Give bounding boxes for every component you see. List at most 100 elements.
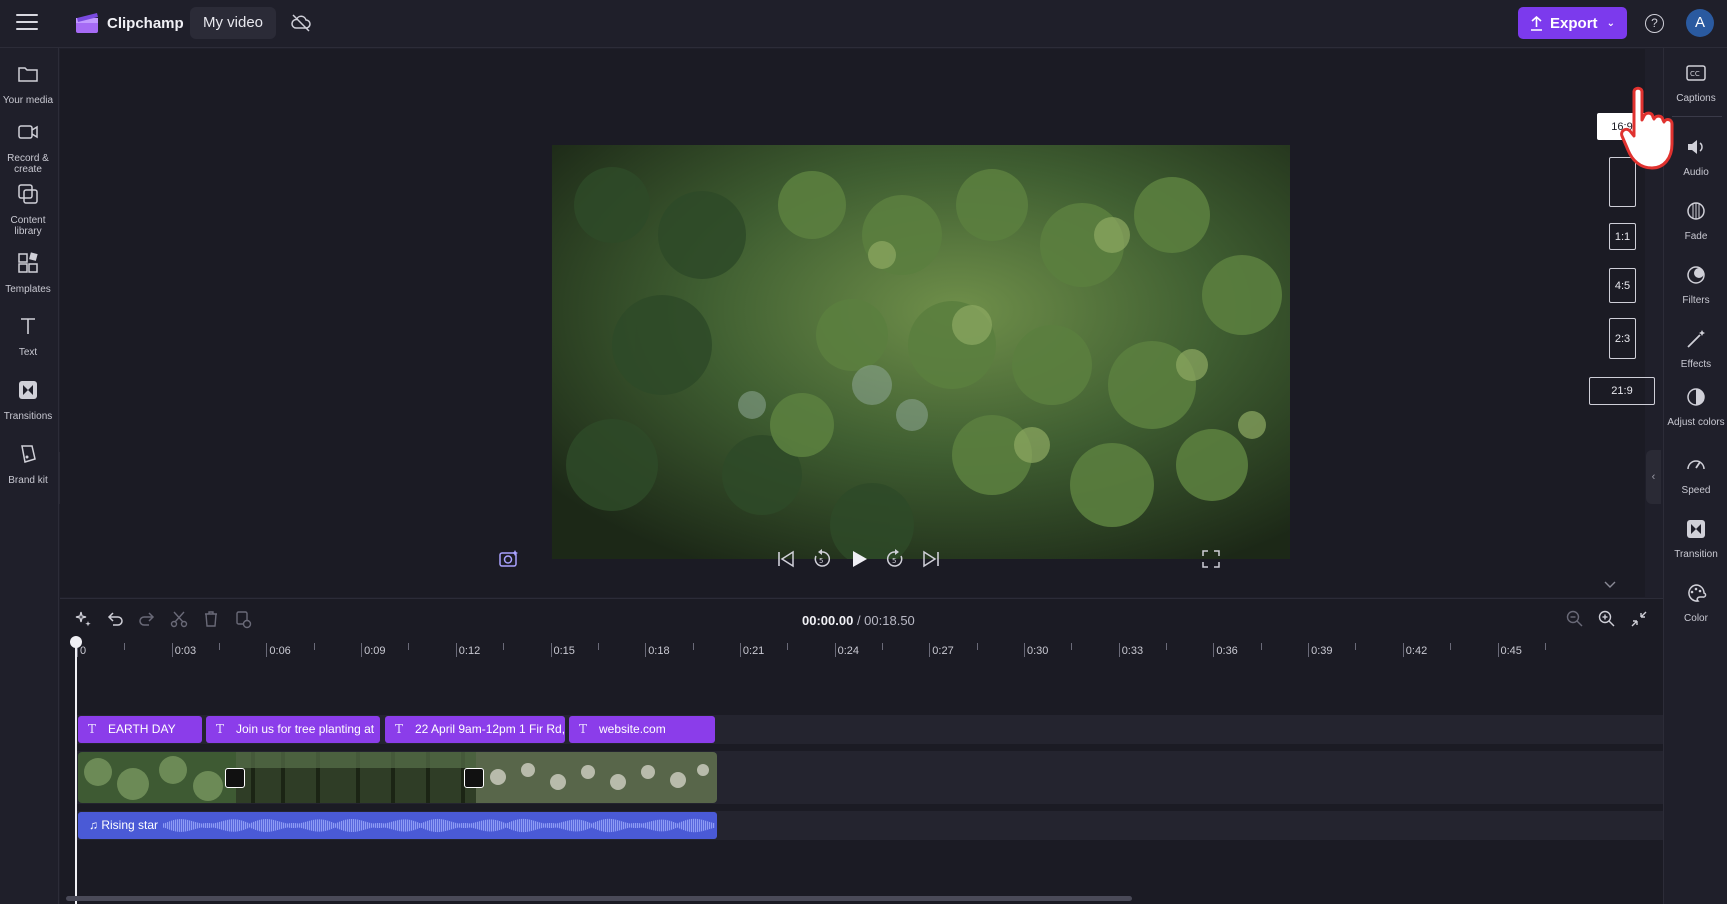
split-icon[interactable]	[169, 609, 189, 629]
waveform-bar	[293, 822, 295, 829]
timeline-scrollbar[interactable]	[66, 896, 1132, 901]
sidebar-item-color[interactable]: Color	[1664, 582, 1727, 624]
export-button[interactable]: Export ⌄	[1518, 7, 1627, 39]
forward-5s-icon[interactable]: 5	[884, 548, 906, 570]
sidebar-item-transitions[interactable]: Transitions	[0, 378, 56, 422]
waveform-bar	[591, 823, 593, 828]
undo-icon[interactable]	[105, 609, 125, 629]
expand-right-panel-button[interactable]: ‹	[1646, 450, 1661, 504]
waveform-bar	[363, 821, 365, 830]
ruler-label: 0:45	[1500, 645, 1522, 657]
waveform-bar	[395, 820, 397, 831]
duplicate-icon[interactable]	[233, 609, 253, 629]
waveform-bar	[585, 821, 587, 830]
ratio-2-3-button[interactable]: 2:3	[1609, 318, 1636, 359]
text-clip[interactable]: T EARTH DAY	[78, 716, 202, 743]
waveform-bar	[305, 821, 307, 830]
delete-icon[interactable]	[201, 609, 221, 629]
zoom-out-icon[interactable]	[1565, 609, 1585, 629]
waveform-bar	[379, 822, 381, 829]
text-clip[interactable]: T 22 April 9am-12pm 1 Fir Rd,	[385, 716, 565, 743]
waveform-bar	[333, 822, 335, 829]
cloud-off-icon[interactable]	[290, 13, 312, 33]
ruler-tick	[1497, 643, 1499, 657]
video-thumbnails	[78, 752, 717, 803]
ruler-tick	[408, 643, 410, 650]
sidebar-item-fade[interactable]: Fade	[1664, 200, 1727, 242]
ratio-9-16-button[interactable]	[1609, 157, 1636, 207]
ruler-tick	[834, 643, 836, 657]
screenshot-icon[interactable]	[498, 548, 520, 570]
waveform-bar	[173, 820, 175, 831]
waveform-bar	[445, 820, 447, 831]
timeline-ruler[interactable]: 0 0:03 0:06 0:09 0:12 0:15 0:18 0:21 0:24 0:27 0:3…	[75, 641, 1663, 663]
waveform-bar	[271, 819, 273, 832]
menu-icon[interactable]	[16, 14, 38, 32]
ruler-tick	[1118, 643, 1120, 657]
export-label: Export	[1550, 14, 1598, 32]
waveform-bar	[425, 821, 427, 830]
sidebar-item-templates[interactable]: Templates	[0, 251, 56, 295]
sidebar-item-captions[interactable]: CC Captions	[1664, 62, 1727, 104]
avatar[interactable]: A	[1686, 9, 1714, 37]
waveform-bar	[467, 823, 469, 828]
collapse-preview-icon[interactable]	[1601, 578, 1619, 592]
waveform-bar	[697, 818, 699, 833]
waveform-bar	[211, 823, 213, 828]
waveform-bar	[511, 821, 513, 830]
text-clip[interactable]: Twebsite.com	[569, 716, 715, 743]
sidebar-item-label: Text	[18, 347, 38, 358]
sidebar-item-record-create[interactable]: Record & create	[0, 120, 56, 175]
sidebar-item-speed[interactable]: Speed	[1664, 454, 1727, 496]
ruler-label: 0:09	[364, 645, 386, 657]
fit-timeline-icon[interactable]	[1629, 609, 1649, 629]
ruler-tick	[361, 643, 363, 657]
duration: / 00:18.50	[856, 613, 915, 628]
waveform-bar	[319, 819, 321, 832]
video-clip[interactable]	[78, 752, 717, 803]
waveform-bar	[523, 818, 525, 833]
waveform-bar	[449, 821, 451, 830]
sidebar-item-adjust-colors[interactable]: Adjust colors	[1664, 386, 1727, 428]
sidebar-item-your-media[interactable]: Your media	[0, 62, 56, 106]
rewind-5s-icon[interactable]: 5	[811, 548, 833, 570]
ratio-16-9-button[interactable]: 16:9	[1597, 113, 1647, 140]
waveform-bar	[643, 823, 645, 828]
ruler-tick	[692, 643, 694, 650]
transition-marker[interactable]	[225, 768, 245, 788]
ratio-1-1-button[interactable]: 1:1	[1609, 223, 1636, 250]
play-icon[interactable]	[848, 548, 870, 570]
sidebar-item-effects[interactable]: Effects	[1664, 328, 1727, 370]
transition-marker[interactable]	[464, 768, 484, 788]
sidebar-item-transition[interactable]: Transition	[1664, 518, 1727, 560]
sidebar-item-text[interactable]: Text	[0, 314, 56, 358]
sidebar-item-audio[interactable]: Audio	[1664, 136, 1727, 178]
waveform-bar	[455, 822, 457, 829]
project-name-field[interactable]: My video	[190, 7, 277, 39]
waveform-bar	[195, 822, 197, 829]
skip-forward-icon[interactable]	[920, 548, 942, 570]
sidebar-item-content-library[interactable]: Content library	[0, 182, 56, 237]
text-clip[interactable]: T Join us for tree planting at	[206, 716, 380, 743]
magic-wand-icon[interactable]	[73, 609, 93, 629]
waveform-bar	[555, 823, 557, 828]
zoom-in-icon[interactable]	[1597, 609, 1617, 629]
audio-clip[interactable]: ♫ Rising star	[78, 812, 717, 839]
timecode: 00:00.00 / 00:18.50	[802, 613, 915, 628]
ratio-4-5-button[interactable]: 4:5	[1609, 268, 1636, 303]
waveform-bar	[179, 819, 181, 832]
playhead-handle[interactable]	[70, 636, 82, 648]
waveform-bar	[407, 819, 409, 832]
waveform-bar	[671, 821, 673, 830]
clipchamp-editor: Clipchamp My video Export ⌄ ? A Your med…	[0, 0, 1727, 904]
ratio-21-9-button[interactable]: 21:9	[1589, 377, 1655, 405]
waveform-bar	[465, 822, 467, 829]
sidebar-item-filters[interactable]: Filters	[1664, 264, 1727, 306]
skip-back-icon[interactable]	[775, 548, 797, 570]
redo-icon[interactable]	[137, 609, 157, 629]
sidebar-item-brand-kit[interactable]: Brand kit	[0, 442, 56, 486]
playhead[interactable]	[75, 638, 77, 904]
help-icon[interactable]: ?	[1645, 14, 1664, 33]
ruler-tick	[645, 643, 647, 657]
fullscreen-icon[interactable]	[1200, 548, 1222, 570]
